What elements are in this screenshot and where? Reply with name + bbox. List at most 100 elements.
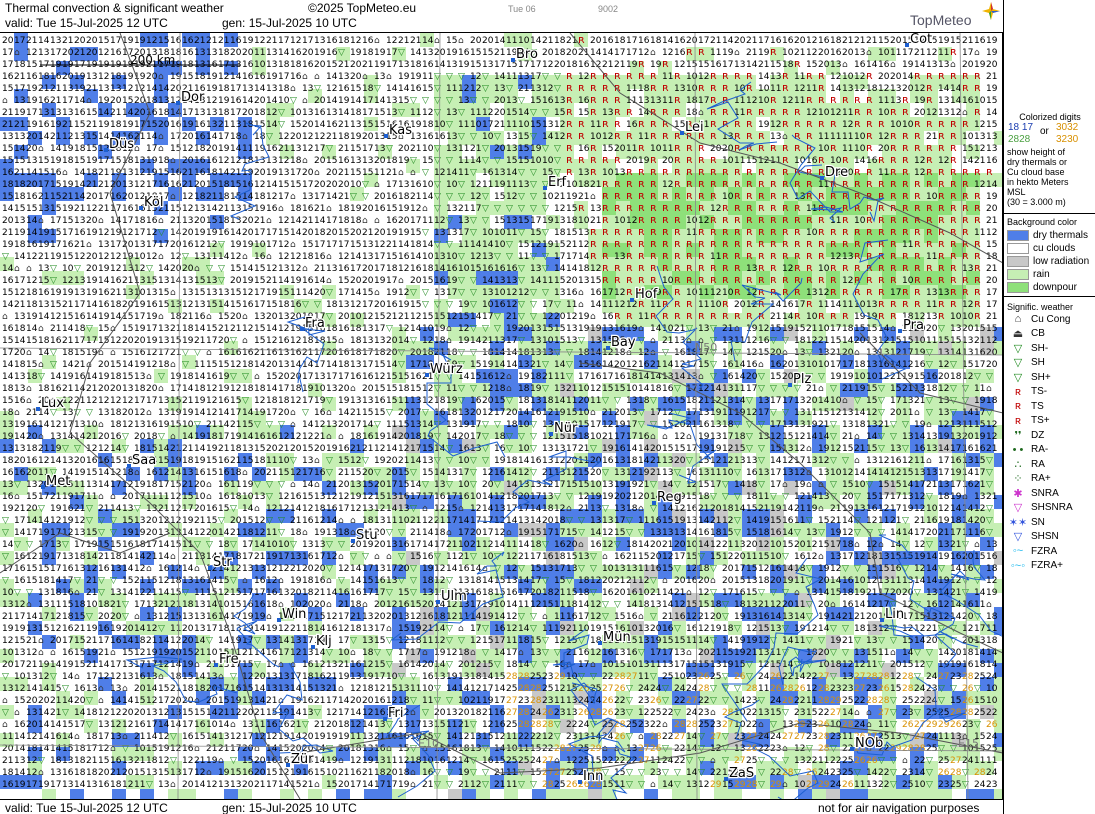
thermal-value: 12	[146, 252, 157, 262]
thermal-value: 21	[26, 36, 37, 46]
thermal-value: 20	[386, 348, 398, 358]
thermal-value: 16	[2, 324, 14, 334]
cu-cong-icon: ⌂	[434, 36, 440, 46]
shower-icon: ▽	[566, 372, 573, 382]
thermal-value: 18	[182, 456, 194, 466]
thermal-value: 17	[494, 60, 505, 70]
thermal-value: 16	[242, 300, 254, 310]
thermal-value: 17	[146, 180, 157, 190]
thermal-value: 16	[386, 216, 398, 226]
thermal-value: 13	[278, 360, 289, 370]
thermal-value: 10	[962, 312, 974, 322]
thermal-value: 15	[86, 108, 97, 118]
thunderstorm-icon: ʀ	[566, 165, 573, 178]
thermal-value: 15	[542, 324, 553, 334]
thermal-value: 13	[122, 168, 133, 178]
thermal-value: 16	[590, 288, 602, 298]
thermal-value: 14	[326, 72, 338, 82]
thermal-value: 10	[278, 456, 290, 466]
thermal-value: 12	[290, 252, 301, 262]
shower-icon: ▽	[434, 432, 441, 442]
thermal-value: 17	[50, 48, 61, 58]
thermal-value: 14	[710, 384, 722, 394]
map-cell	[686, 789, 700, 799]
thermal-value: 10	[542, 192, 554, 202]
weather-map[interactable]: 20 17 21 14 13 21 20 20 15 17 19 19 12 15 16 16 21 21 21 16…	[0, 33, 1003, 799]
shower-icon: ▽	[398, 48, 405, 58]
thermal-value: 17	[338, 372, 349, 382]
shower-icon: ▽	[242, 372, 249, 382]
thunderstorm-icon: ʀ	[794, 141, 801, 154]
map-cell	[336, 789, 350, 799]
shower-icon: ▽	[938, 324, 945, 334]
thermal-value: 15	[782, 432, 793, 442]
thermal-value: 11	[266, 456, 277, 466]
thermal-value: 14	[662, 360, 674, 370]
thermal-value: 18	[218, 108, 230, 118]
thermal-value: 15	[290, 180, 301, 190]
thermal-value: 21	[2, 108, 13, 118]
thermal-value: 17	[446, 288, 457, 298]
thermal-value: 15	[386, 204, 397, 214]
thermal-value: 15	[386, 384, 397, 394]
shower-icon: ▽	[950, 384, 957, 394]
thermal-value: 19	[458, 300, 470, 310]
thermal-value: 19	[866, 312, 878, 322]
thermal-value: 13	[110, 84, 121, 94]
thermal-value: 20	[266, 360, 278, 370]
thermal-value: 14	[542, 132, 554, 142]
thermal-value: 20	[26, 432, 38, 442]
cu-cong-icon: ⌂	[38, 216, 44, 226]
thermal-value: 14	[938, 444, 950, 454]
shower-icon: ▽	[242, 396, 249, 406]
thunderstorm-icon: ʀ	[926, 273, 933, 286]
thermal-value: 21	[758, 60, 769, 70]
thermal-value: 13	[26, 156, 37, 166]
thermal-value: 10	[758, 84, 770, 94]
thunderstorm-icon: ʀ	[590, 249, 597, 262]
thermal-value: 14	[506, 348, 518, 358]
thermal-value: 17	[278, 36, 289, 46]
thermal-value: 17	[134, 228, 145, 238]
thermal-value: 21	[542, 372, 553, 382]
thermal-value: 19	[62, 372, 74, 382]
thermal-value: 12	[182, 300, 193, 310]
shower-icon: ▽	[950, 408, 957, 418]
thermal-value: 15	[158, 168, 169, 178]
thermal-value: 20	[962, 432, 974, 442]
thermal-value: 15	[398, 420, 409, 430]
thermal-value: 21	[230, 168, 241, 178]
thermal-value: 10	[854, 132, 866, 142]
map-header: Thermal convection & significant weather…	[0, 0, 1003, 33]
thermal-value: 20	[26, 132, 38, 142]
shower-icon: ▽	[446, 120, 453, 130]
thermal-value: 13	[338, 300, 349, 310]
thermal-value: 12	[542, 60, 553, 70]
thunderstorm-icon: ʀ	[626, 69, 633, 82]
thunderstorm-icon: ʀ	[926, 237, 933, 250]
thermal-value: 13	[266, 84, 277, 94]
shower-icon: ▽	[506, 396, 513, 406]
thermal-value: 18	[554, 228, 566, 238]
map-cell	[994, 523, 1002, 537]
thermal-value: 12	[878, 132, 889, 142]
thermal-value: 21	[854, 36, 865, 46]
shower-icon: ▽	[554, 300, 561, 310]
thermal-value: 14	[470, 240, 482, 250]
thunderstorm-icon: ʀ	[782, 81, 789, 94]
thermal-value: 14	[2, 372, 14, 382]
thermal-value: 16	[50, 336, 62, 346]
cu-cong-icon: ⌂	[986, 384, 992, 394]
thermal-value: 21	[98, 204, 109, 214]
thermal-value: 13	[518, 360, 529, 370]
thermal-value: 21	[50, 324, 61, 334]
shower-icon: ▽	[482, 72, 489, 82]
thermal-value: 16	[578, 96, 590, 106]
cu-cong-icon: ⌂	[254, 372, 260, 382]
thermal-value: 14	[734, 396, 746, 406]
shower-icon: ▽	[434, 384, 441, 394]
cu-cong-icon: ⌂	[338, 432, 344, 442]
cu-cong-icon: ⌂	[158, 72, 164, 82]
thermal-value: 12	[914, 84, 925, 94]
thermal-value: 18	[578, 348, 590, 358]
